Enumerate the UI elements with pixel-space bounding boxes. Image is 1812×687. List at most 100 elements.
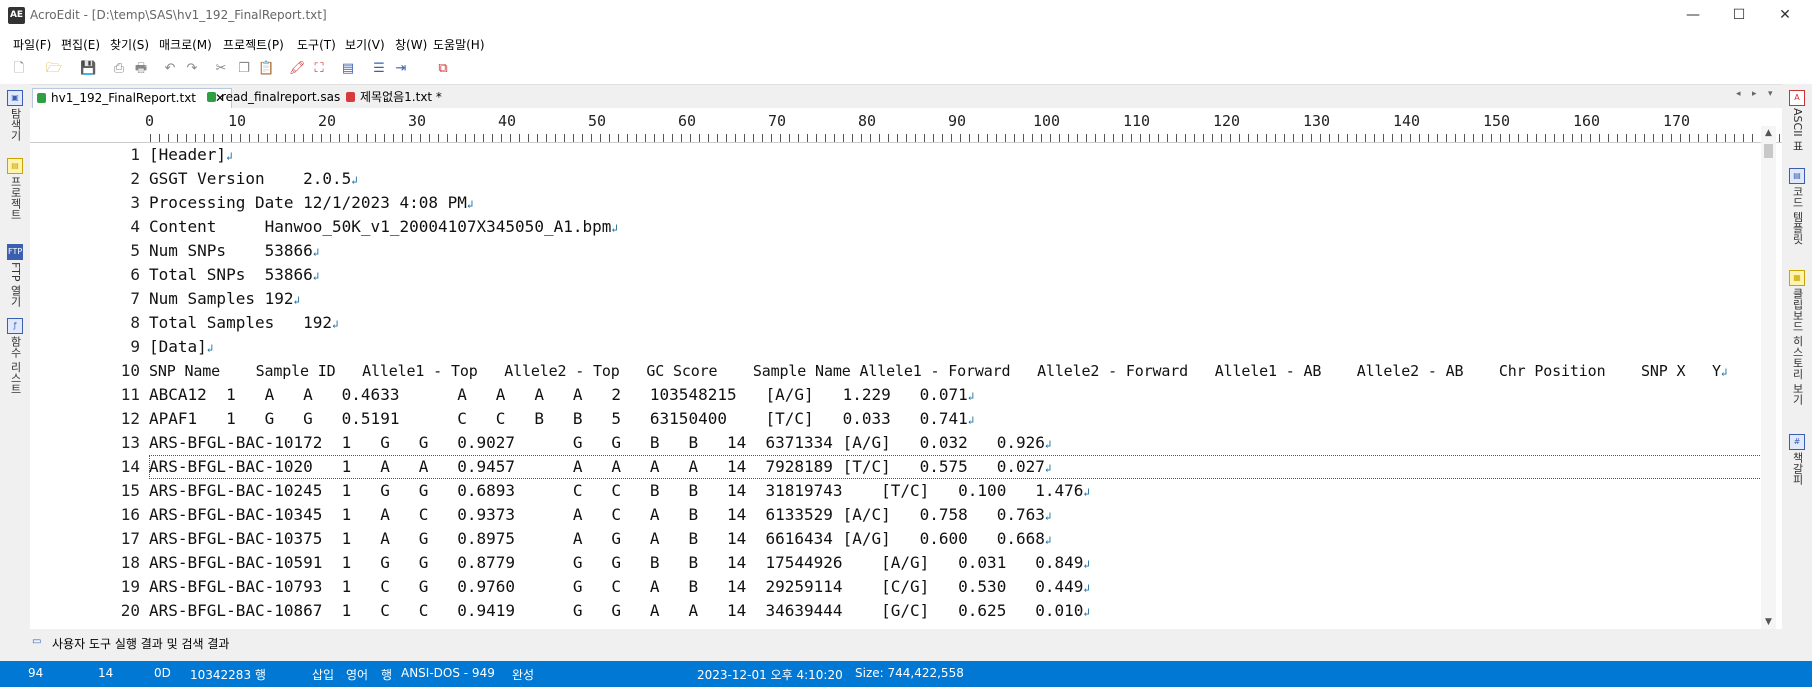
sidebar-tab-code-template[interactable]: ▤ 코드 템플릿 — [1782, 168, 1812, 245]
text-line[interactable]: ARS-BFGL-BAC-10591 1 G G 0.8779 G G B B … — [149, 551, 1782, 575]
replace-icon[interactable]: ⛶ — [311, 61, 327, 77]
tab-hv1-finalreport[interactable]: hv1_192_FinalReport.txt ✕ — [32, 88, 232, 108]
right-sidebar: A ASCII 표 ▤ 코드 템플릿 ▦ 클립보드 히스토리 보기 # 책갈피 — [1782, 84, 1812, 629]
status-total-lines: 10342283 행 — [190, 668, 266, 682]
eol-mark: ↲ — [293, 294, 301, 307]
eol-mark: ↲ — [967, 390, 975, 403]
tab-prev-icon[interactable]: ◂ — [1736, 89, 1741, 99]
line-number: 17 — [120, 529, 140, 548]
menu-tools[interactable]: 도구(T) — [297, 36, 336, 53]
status-encoding[interactable]: ANSI-DOS - 949 — [401, 666, 495, 680]
new-file-icon[interactable]: 🗋 — [11, 61, 27, 77]
text-line[interactable]: ARS-BFGL-BAC-10345 1 A C 0.9373 A C A B … — [149, 503, 1782, 527]
text-line[interactable]: Num Samples 192↲ — [149, 287, 1782, 311]
text-line[interactable]: ARS-BFGL-BAC-10793 1 C G 0.9760 G C A B … — [149, 575, 1782, 599]
sidebar-tab-bookmark[interactable]: # 책갈피 — [1782, 434, 1812, 485]
ruler-ticks — [150, 134, 1782, 142]
text-line[interactable]: Num SNPs 53866↲ — [149, 239, 1782, 263]
tab-next-icon[interactable]: ▸ — [1752, 89, 1757, 99]
print-icon[interactable]: 🖶 — [133, 61, 149, 77]
menu-file[interactable]: 파일(F) — [13, 36, 51, 53]
line-number: 16 — [120, 505, 140, 524]
sidebar-tab-project[interactable]: ▤ 프로젝트 — [0, 158, 30, 220]
line-number: 2 — [130, 169, 140, 188]
list-icon[interactable]: ☰ — [371, 61, 387, 77]
scroll-up-icon[interactable]: ▲ — [1761, 126, 1776, 140]
text-line[interactable]: APAF1 1 G G 0.5191 C C B B 5 63150400 [T… — [149, 407, 1782, 431]
menu-view[interactable]: 보기(V) — [345, 36, 385, 53]
text-line[interactable]: [Data]↲ — [149, 335, 1782, 359]
status-line-mode: 행 — [381, 668, 393, 682]
text-line[interactable]: ARS-BFGL-BAC-10172 1 G G 0.9027 G G B B … — [149, 431, 1782, 455]
text-line[interactable]: ABCA12 1 A A 0.4633 A A A A 2 103548215 … — [149, 383, 1782, 407]
line-number: 13 — [120, 433, 140, 452]
sidebar-tab-explorer[interactable]: ▣ 탐색기 — [0, 90, 30, 141]
copy-icon[interactable]: ❐ — [236, 61, 252, 77]
eol-mark: ↲ — [332, 318, 339, 331]
text-line[interactable]: Total SNPs 53866↲ — [149, 263, 1782, 287]
sidebar-tab-ftp[interactable]: FTP FTP 열기 — [0, 244, 30, 307]
compare-icon[interactable]: ⧉ — [435, 61, 451, 77]
menu-macro[interactable]: 매크로(M) — [159, 36, 212, 53]
vertical-scrollbar[interactable]: ▲ ▼ — [1761, 126, 1776, 629]
eol-mark: ↲ — [466, 198, 474, 211]
text-line[interactable]: ARS-BFGL-BAC-10375 1 A G 0.8975 A G A B … — [149, 527, 1782, 551]
close-button[interactable]: ✕ — [1762, 0, 1808, 32]
scroll-thumb[interactable] — [1764, 144, 1773, 158]
tab-read-finalreport[interactable]: read_finalreport.sas — [203, 88, 351, 107]
status-datetime: 2023-12-01 오후 4:10:20 — [697, 668, 843, 682]
find-icon[interactable]: 🖍 — [289, 61, 306, 77]
sidebar-tab-clipboard[interactable]: ▦ 클립보드 히스토리 보기 — [1782, 270, 1812, 405]
menu-project[interactable]: 프로젝트(P) — [223, 36, 284, 53]
line-number: 7 — [130, 289, 140, 308]
tab-list-icon[interactable]: ▾ — [1768, 89, 1773, 99]
window-title: AcroEdit - [D:\temp\SAS\hv1_192_FinalRep… — [30, 8, 327, 22]
eol-mark: ↲ — [1083, 606, 1091, 619]
line-number-gutter: 1 2 3 4 5 6 7 8 9 10 11 12 13 14 15 16 1… — [30, 143, 142, 629]
cut-icon[interactable]: ✂ — [213, 61, 229, 77]
clipboard-history-icon: ▦ — [1789, 270, 1805, 286]
toolbar: 🗋 🗁 💾 ⎙ 🖶 ↶ ↷ ✂ ❐ 📋 🖍 ⛶ ▤ ☰ ⇥ ⧉ — [0, 54, 1812, 85]
current-line[interactable]: ARS-BFGL-BAC-1020 1 A A 0.9457 A A A A 1… — [149, 455, 1772, 479]
ftp-icon: FTP — [7, 244, 23, 260]
menu-find[interactable]: 찾기(S) — [110, 36, 149, 53]
ascii-table-icon: A — [1789, 90, 1805, 106]
line-number: 15 — [120, 481, 140, 500]
print-preview-icon[interactable]: ⎙ — [111, 61, 127, 77]
undo-icon[interactable]: ↶ — [162, 61, 178, 77]
menu-window[interactable]: 창(W) — [395, 36, 427, 53]
text-line[interactable]: Processing Date 12/1/2023 4:08 PM↲ — [149, 191, 1782, 215]
code-template-icon: ▤ — [1789, 168, 1805, 184]
redo-icon[interactable]: ↷ — [184, 61, 200, 77]
tab-untitled[interactable]: 제목없음1.txt * — [342, 88, 470, 107]
menu-edit[interactable]: 편집(E) — [61, 36, 100, 53]
eol-mark: ↲ — [1083, 486, 1091, 499]
text-editor[interactable]: 0 10 20 30 40 50 60 70 80 90 100 110 120… — [30, 108, 1782, 629]
goto-icon[interactable]: ▤ — [340, 61, 356, 77]
output-panel-tab[interactable]: ▭ 사용자 도구 실행 결과 및 검색 결과 — [30, 631, 1782, 653]
text-content[interactable]: [Header]↲ GSGT Version 2.0.5↲ Processing… — [149, 143, 1782, 623]
line-number: 6 — [130, 265, 140, 284]
scroll-down-icon[interactable]: ▼ — [1761, 615, 1776, 629]
save-icon[interactable]: 💾 — [80, 61, 96, 77]
text-line[interactable]: ARS-BFGL-BAC-10867 1 C C 0.9419 G G A A … — [149, 599, 1782, 623]
menu-help[interactable]: 도움말(H) — [433, 36, 485, 53]
text-line[interactable]: Total Samples 192↲ — [149, 311, 1782, 335]
minimize-button[interactable]: — — [1670, 0, 1716, 32]
sas-file-icon — [207, 92, 216, 102]
text-line[interactable]: [Header]↲ — [149, 143, 1782, 167]
open-folder-icon[interactable]: 🗁 — [46, 61, 62, 77]
sidebar-tab-function-list[interactable]: ƒ 함수 리스트 — [0, 318, 30, 395]
maximize-button[interactable]: ☐ — [1716, 0, 1762, 32]
paste-icon[interactable]: 📋 — [258, 61, 274, 77]
text-line[interactable]: Content Hanwoo_50K_v1_20004107X345050_A1… — [149, 215, 1782, 239]
text-line[interactable]: ARS-BFGL-BAC-10245 1 G G 0.6893 C C B B … — [149, 479, 1782, 503]
text-line[interactable]: SNP Name Sample ID Allele1 - Top Allele2… — [149, 359, 1782, 383]
line-number: 14 — [120, 457, 140, 476]
text-line[interactable]: GSGT Version 2.0.5↲ — [149, 167, 1782, 191]
sidebar-tab-ascii[interactable]: A ASCII 표 — [1782, 90, 1812, 151]
indent-icon[interactable]: ⇥ — [393, 61, 409, 77]
status-insert-mode[interactable]: 삽입 — [312, 666, 334, 683]
title-bar: AE AcroEdit - [D:\temp\SAS\hv1_192_Final… — [0, 0, 1812, 32]
output-icon: ▭ — [32, 636, 42, 647]
